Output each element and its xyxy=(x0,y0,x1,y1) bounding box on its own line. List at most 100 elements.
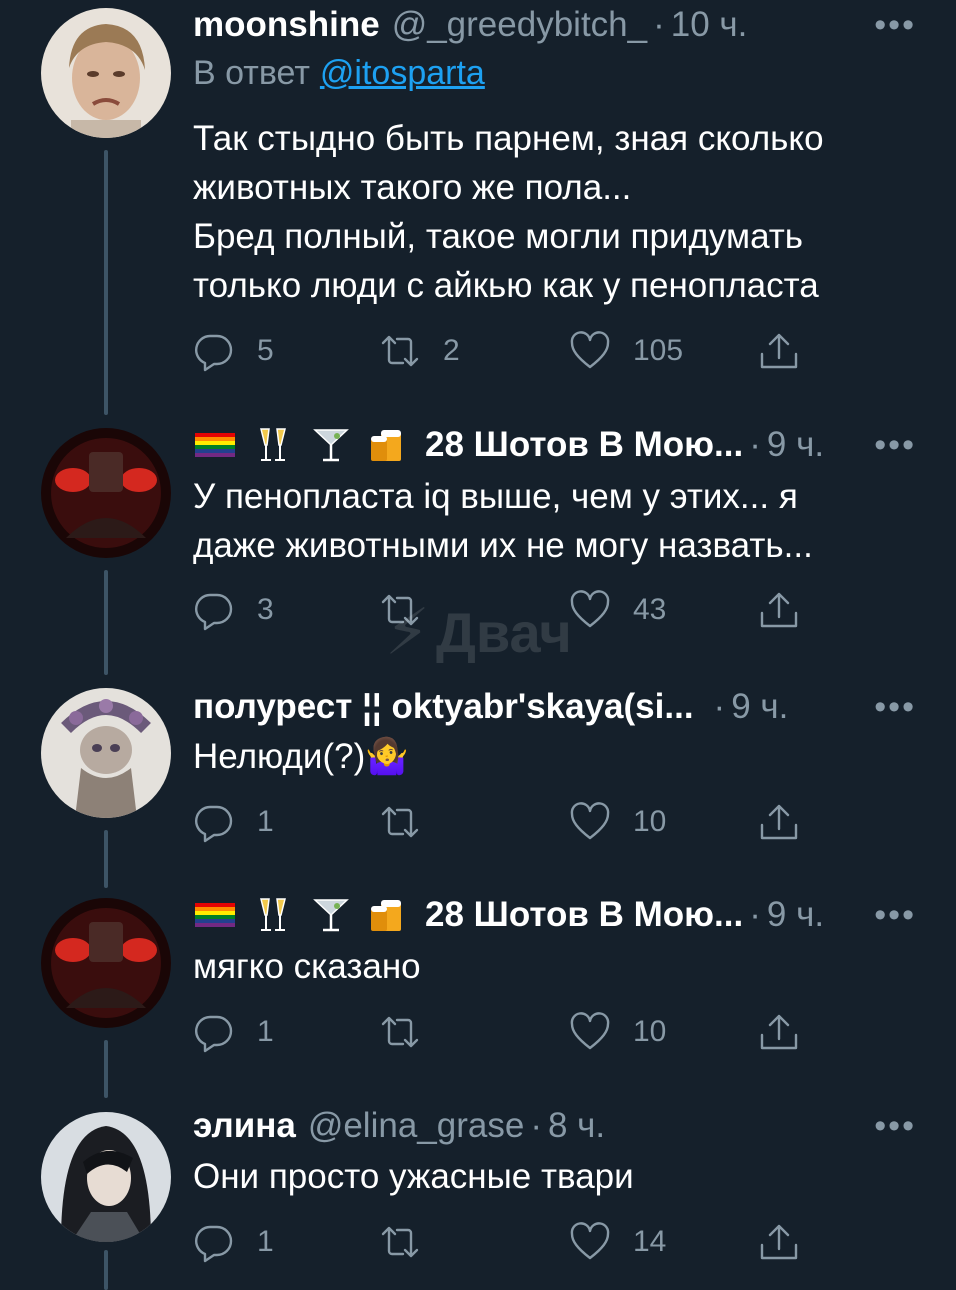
tweet-header: 28 Шотов В Мою... · 9 ч. ••• xyxy=(193,890,916,940)
tweet-text: Нелюди(?)🤷‍♀️ xyxy=(193,737,409,776)
tweet-header: 28 Шотов В Мою... · 9 ч. ••• xyxy=(193,420,916,470)
more-icon[interactable]: ••• xyxy=(874,682,916,732)
reply-button[interactable]: 3 xyxy=(193,585,274,635)
separator-dot: · xyxy=(713,687,726,726)
share-button[interactable] xyxy=(758,1217,800,1267)
like-count: 105 xyxy=(633,334,684,367)
like-button[interactable]: 43 xyxy=(569,585,666,635)
share-button[interactable] xyxy=(758,1007,800,1057)
thread-line xyxy=(104,830,108,888)
display-name[interactable]: полурест ¦¦ oktyabr'skaya(si... xyxy=(193,687,694,727)
timestamp[interactable]: 9 ч. xyxy=(767,425,824,465)
avatar[interactable] xyxy=(41,898,171,1028)
timestamp[interactable]: 8 ч. xyxy=(548,1106,605,1146)
timestamp[interactable]: 9 ч. xyxy=(767,895,824,935)
tweet-actions: 5 2 105 xyxy=(193,326,813,376)
retweet-icon xyxy=(381,1226,419,1258)
tweet-actions: 1 10 xyxy=(193,797,813,847)
reply-icon xyxy=(195,1225,233,1263)
thread-line xyxy=(104,570,108,675)
reply-mention-link[interactable]: @itosparta xyxy=(320,54,485,92)
retweet-icon xyxy=(381,806,419,838)
tweet-actions: 1 10 xyxy=(193,1007,813,1057)
watermark: ⚡ Двач xyxy=(385,595,572,670)
thread-line xyxy=(104,1040,108,1098)
separator-dot: · xyxy=(653,5,665,44)
user-handle[interactable]: @_greedybitch_ xyxy=(392,5,647,45)
reply-button[interactable]: 1 xyxy=(193,1217,274,1267)
display-name[interactable]: 28 Шотов В Мою... xyxy=(425,425,743,465)
share-icon xyxy=(760,1224,798,1260)
tweet-text: Так стыдно быть парнем, зная сколько жив… xyxy=(193,119,824,305)
user-avatar-image xyxy=(41,428,171,558)
more-icon[interactable]: ••• xyxy=(874,1101,916,1151)
more-icon[interactable]: ••• xyxy=(874,890,916,940)
display-name[interactable]: moonshine xyxy=(193,5,380,45)
like-count: 14 xyxy=(633,1225,667,1258)
clinking-glasses-icon xyxy=(260,428,286,461)
like-icon xyxy=(570,1012,610,1050)
like-button[interactable]: 10 xyxy=(569,797,666,847)
thread-line xyxy=(104,150,108,415)
tweet-header: элина @elina_grase · 8 ч. ••• xyxy=(193,1101,916,1151)
reply-button[interactable]: 5 xyxy=(193,326,274,376)
rainbow-flag-icon xyxy=(195,433,235,457)
avatar[interactable] xyxy=(41,688,171,818)
tweet-header: moonshine @_greedybitch_ · 10 ч. ••• xyxy=(193,0,916,50)
reply-count: 3 xyxy=(257,593,274,626)
like-button[interactable]: 105 xyxy=(569,326,683,376)
thread-line xyxy=(104,1250,108,1290)
reply-icon xyxy=(195,334,233,372)
user-handle[interactable]: @elina_grase xyxy=(308,1106,525,1146)
like-icon xyxy=(570,331,610,369)
retweet-button[interactable] xyxy=(379,1217,443,1267)
like-count: 10 xyxy=(633,1015,667,1048)
separator-dot: · xyxy=(749,895,761,934)
display-name[interactable]: элина xyxy=(193,1106,296,1146)
share-icon xyxy=(760,1014,798,1050)
timestamp[interactable]: 9 ч. xyxy=(731,687,788,727)
share-icon xyxy=(760,592,798,628)
share-button[interactable] xyxy=(758,326,800,376)
share-button[interactable] xyxy=(758,797,800,847)
tweet-text: У пенопласта iq выше, чем у этих... я да… xyxy=(193,477,813,565)
timestamp[interactable]: 10 ч. xyxy=(671,5,748,45)
reply-prefix: В ответ xyxy=(193,54,310,92)
like-icon xyxy=(570,802,610,840)
retweet-button[interactable] xyxy=(379,1007,443,1057)
like-count: 10 xyxy=(633,805,667,838)
share-button[interactable] xyxy=(758,585,800,635)
separator-dot: · xyxy=(749,425,761,464)
user-photo xyxy=(41,8,171,138)
reply-count: 1 xyxy=(257,1015,274,1048)
share-icon xyxy=(760,333,798,369)
reply-context: В ответ @itosparta xyxy=(193,54,485,93)
like-icon xyxy=(570,590,610,628)
clinking-glasses-icon xyxy=(260,898,286,931)
avatar[interactable] xyxy=(41,1112,171,1242)
separator-dot: · xyxy=(530,1106,542,1145)
retweet-button[interactable] xyxy=(379,797,443,847)
reply-count: 1 xyxy=(257,1225,274,1258)
bolt-icon: ⚡ xyxy=(385,596,430,668)
more-icon[interactable]: ••• xyxy=(874,0,916,50)
rainbow-flag-icon xyxy=(195,903,235,927)
reply-count: 1 xyxy=(257,805,274,838)
like-count: 43 xyxy=(633,593,667,626)
avatar[interactable] xyxy=(41,428,171,558)
display-name[interactable]: 28 Шотов В Мою... xyxy=(425,895,743,935)
user-avatar-image xyxy=(41,688,171,818)
more-icon[interactable]: ••• xyxy=(874,420,916,470)
watermark-text: Двач xyxy=(435,601,572,664)
reply-button[interactable]: 1 xyxy=(193,1007,274,1057)
cocktail-glass-icon xyxy=(313,899,349,932)
reply-button[interactable]: 1 xyxy=(193,797,274,847)
retweet-button[interactable]: 2 xyxy=(379,326,460,376)
cocktail-glass-icon xyxy=(313,429,349,462)
tweet-header: полурест ¦¦ oktyabr'skaya(si... · 9 ч. •… xyxy=(193,682,916,732)
beer-mugs-icon xyxy=(371,430,401,461)
retweet-icon xyxy=(381,335,419,367)
like-button[interactable]: 10 xyxy=(569,1007,666,1057)
like-button[interactable]: 14 xyxy=(569,1217,666,1267)
avatar[interactable] xyxy=(41,8,171,138)
